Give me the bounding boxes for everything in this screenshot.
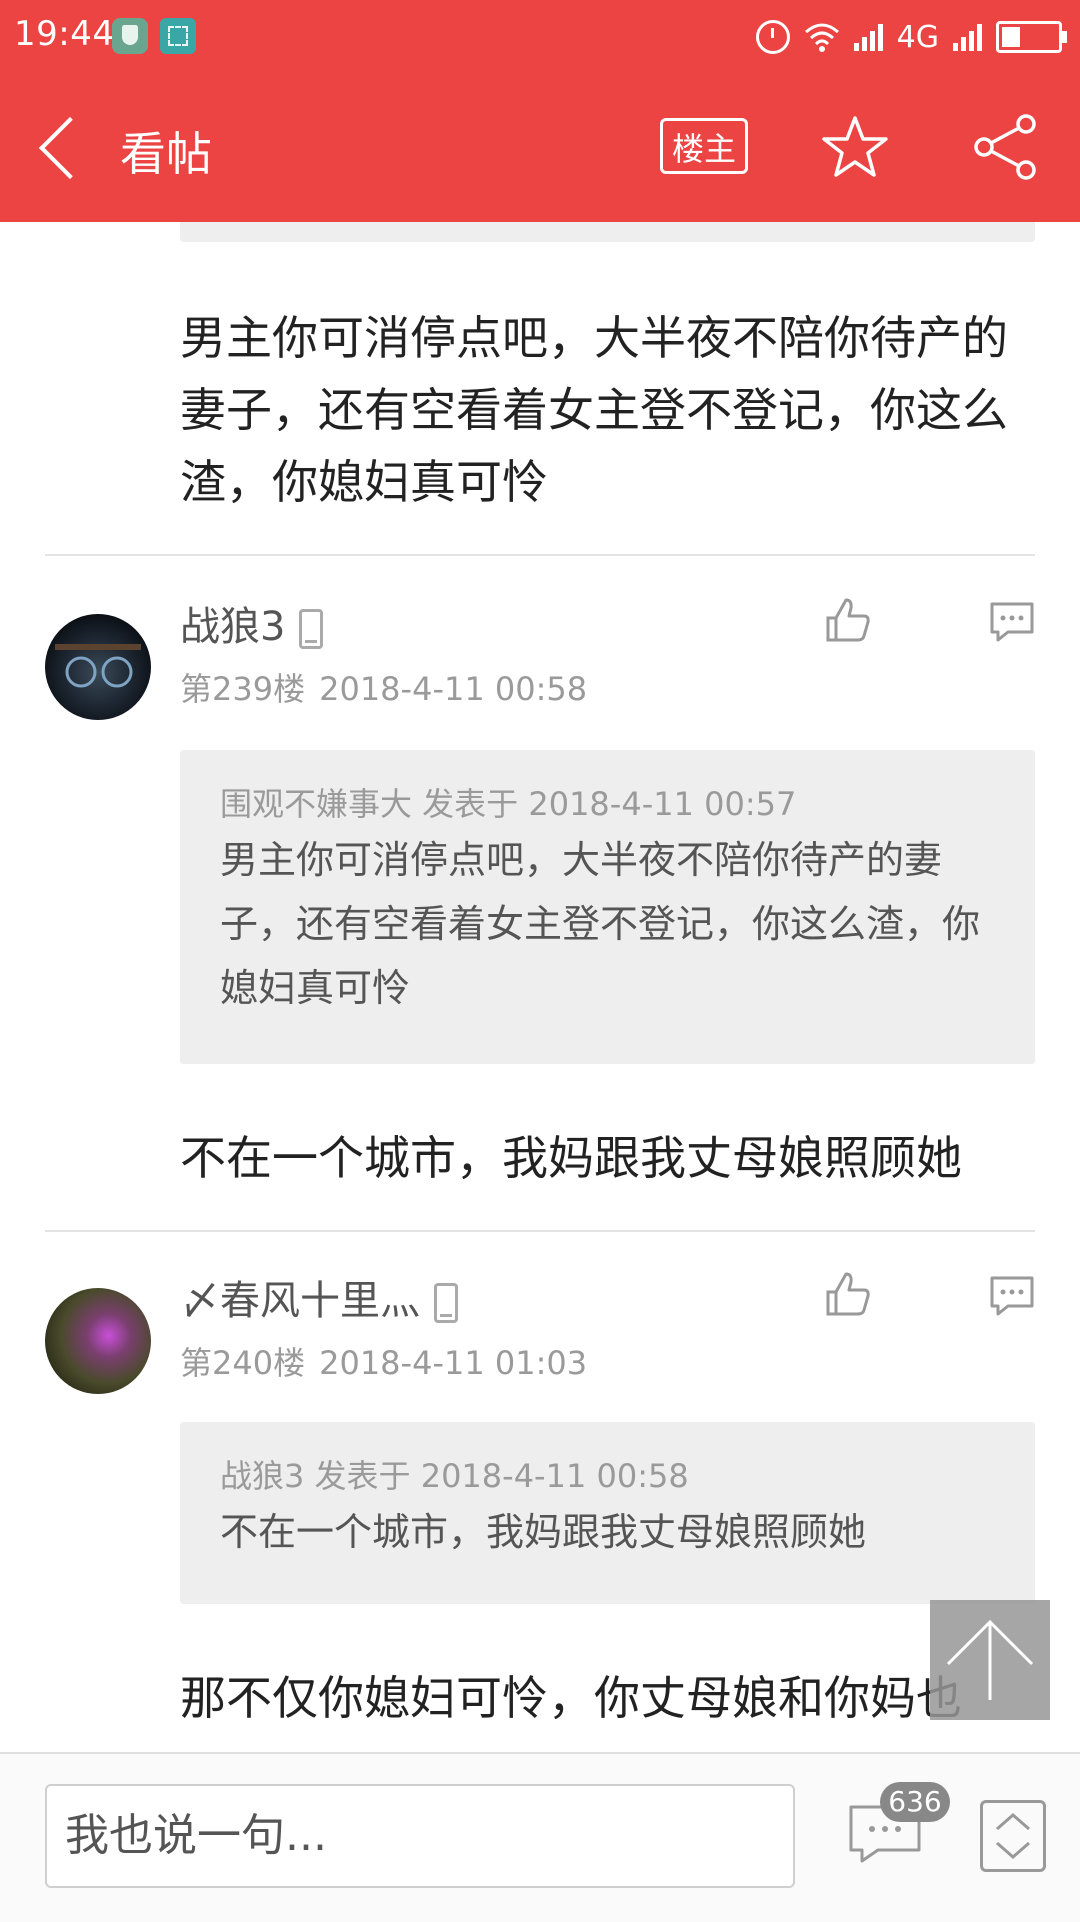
floor-meta: 第240楼 2018-4-11 01:03 xyxy=(180,1338,587,1384)
quote-text: 男主你可消停点吧，大半夜不陪你待产的妻子，还有空看着女主登不登记，你这么渣，你媳… xyxy=(220,838,981,1010)
wifi-icon xyxy=(804,23,839,52)
only-owner-button[interactable]: 楼主 xyxy=(660,118,748,174)
quote-box-edge xyxy=(180,222,1035,242)
mobile-device-icon xyxy=(299,609,324,649)
username-text[interactable]: 战狼3 xyxy=(180,604,285,650)
mobile-device-icon xyxy=(434,1283,458,1323)
post-list: 男主你可消停点吧，大半夜不陪你待产的妻子，还有空看着女主登不登记，你这么渣，你媳… xyxy=(0,222,1080,1752)
quote-meta: 战狼3 发表于 2018-4-11 00:58 xyxy=(220,1457,689,1495)
share-icon[interactable] xyxy=(970,112,1040,182)
quote-box: 围观不嫌事大 发表于 2018-4-11 00:57 男主你可消停点吧，大半夜不… xyxy=(180,750,1035,1064)
star-icon[interactable] xyxy=(820,112,890,182)
post-divider xyxy=(45,1230,1035,1232)
page-navigation-button[interactable] xyxy=(980,1800,1046,1872)
post-body: 那不仅你媳妇可怜，你丈母娘和你妈也 xyxy=(180,1671,962,1725)
avatar[interactable] xyxy=(45,1288,151,1394)
scroll-to-top-button[interactable] xyxy=(930,1600,1050,1720)
battery-icon xyxy=(996,21,1067,53)
app-header: 19:44 4G 看帖 楼主 xyxy=(0,0,1080,222)
page-title: 看帖 xyxy=(120,127,212,181)
network-type: 4G xyxy=(896,19,939,55)
quote-box: 战狼3 发表于 2018-4-11 00:58 不在一个城市，我妈跟我丈母娘照顾… xyxy=(180,1422,1035,1604)
reply-comment-icon[interactable] xyxy=(988,598,1036,646)
post-body: 男主你可消停点吧，大半夜不陪你待产的妻子，还有空看着女主登不登记，你这么渣，你媳… xyxy=(180,311,1008,509)
floor-number: 第240楼 xyxy=(180,1344,306,1382)
signal-icon xyxy=(853,23,883,51)
up-down-chevron-icon xyxy=(996,1813,1030,1859)
floor-meta: 第239楼 2018-4-11 00:58 xyxy=(180,664,587,710)
arrow-up-icon xyxy=(946,1619,1034,1700)
quote-text: 不在一个城市，我妈跟我丈母娘照顾她 xyxy=(220,1510,867,1554)
username[interactable]: 战狼3 xyxy=(180,594,324,652)
post-time: 2018-4-11 01:03 xyxy=(319,1344,588,1382)
quote-meta: 围观不嫌事大 发表于 2018-4-11 00:57 xyxy=(220,785,797,823)
username[interactable]: 〆春风十里灬 xyxy=(180,1268,458,1326)
security-shield-icon xyxy=(112,18,148,54)
username-text[interactable]: 〆春风十里灬 xyxy=(180,1278,420,1324)
floor-number: 第239楼 xyxy=(180,670,306,708)
post-body: 不在一个城市，我妈跟我丈母娘照顾她 xyxy=(180,1131,962,1185)
screenshot-icon xyxy=(160,18,196,54)
post-time: 2018-4-11 00:58 xyxy=(319,670,588,708)
comment-count-badge: 636 xyxy=(880,1782,950,1822)
alarm-icon xyxy=(755,20,790,54)
status-time: 19:44 xyxy=(14,14,115,54)
signal-icon-2 xyxy=(953,23,982,51)
post-divider xyxy=(45,554,1035,556)
thumbs-up-icon[interactable] xyxy=(824,1270,872,1318)
thumbs-up-icon[interactable] xyxy=(824,596,872,644)
back-arrow-icon[interactable] xyxy=(38,112,78,182)
reply-comment-icon[interactable] xyxy=(988,1272,1036,1320)
reply-input[interactable]: 我也说一句... xyxy=(45,1784,795,1888)
bottom-reply-bar: 我也说一句... 636 xyxy=(0,1752,1080,1922)
status-indicators: 4G xyxy=(755,12,1067,62)
status-bar: 19:44 4G xyxy=(0,0,1080,78)
avatar[interactable] xyxy=(45,614,151,720)
